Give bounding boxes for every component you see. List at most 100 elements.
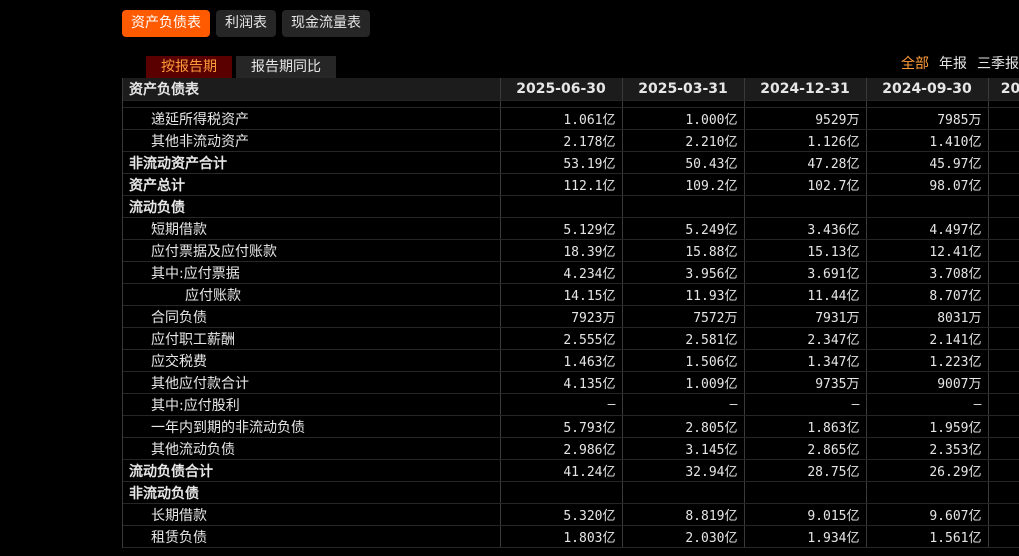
table-row[interactable]: 其中:应付票据 4.234亿 3.956亿 3.691亿 3.708亿	[123, 261, 1019, 284]
row-value: 3.145亿	[622, 437, 745, 460]
table-row[interactable]: 应付职工薪酬 2.555亿 2.581亿 2.347亿 2.141亿	[123, 327, 1019, 350]
row-value-cutoff	[988, 437, 1019, 460]
tab-balance-sheet[interactable]: 资产负债表	[122, 10, 210, 37]
tab-cash-flow[interactable]: 现金流量表	[282, 10, 370, 37]
row-value: 102.7亿	[744, 173, 867, 196]
row-value-cutoff	[988, 173, 1019, 196]
table-row[interactable]: 流动负债	[123, 195, 1019, 218]
row-label: 其中:应付票据	[123, 261, 501, 284]
row-label: 合同负债	[123, 305, 501, 328]
header-date[interactable]: 2025-03-31	[622, 78, 745, 101]
table-row[interactable]: 租赁负债 1.803亿 2.030亿 1.934亿 1.561亿	[123, 525, 1019, 548]
table-row[interactable]: 应付票据及应付账款 18.39亿 15.88亿 15.13亿 12.41亿	[123, 239, 1019, 262]
row-value	[622, 195, 745, 218]
filter-all[interactable]: 全部	[901, 53, 929, 73]
header-date[interactable]: 2024-12-31	[744, 78, 867, 101]
row-value: 1.463亿	[500, 349, 623, 372]
row-value: 3.691亿	[744, 261, 867, 284]
balance-sheet-table-container[interactable]: 资产负债表 2025-06-30 2025-03-31 2024-12-31 2…	[122, 78, 1019, 548]
row-value	[866, 481, 989, 504]
row-value: 7931万	[744, 305, 867, 328]
table-row[interactable]: 应交税费 1.463亿 1.506亿 1.347亿 1.223亿	[123, 349, 1019, 372]
row-value	[500, 195, 623, 218]
row-value: 1.934亿	[744, 525, 867, 548]
row-value: 2.805亿	[622, 415, 745, 438]
row-value: 50.43亿	[622, 151, 745, 174]
row-label: 流动负债	[123, 195, 501, 218]
row-value	[622, 481, 745, 504]
table-row[interactable]: 非流动资产合计 53.19亿 50.43亿 47.28亿 45.97亿	[123, 151, 1019, 174]
row-value-cutoff	[988, 151, 1019, 174]
row-label: 其他流动负债	[123, 437, 501, 460]
filter-q3[interactable]: 三季报	[977, 53, 1019, 73]
row-value: 9529万	[744, 107, 867, 130]
row-label: 应付账款	[123, 283, 501, 306]
statement-tabs: 资产负债表 利润表 现金流量表	[122, 10, 370, 37]
filter-annual[interactable]: 年报	[939, 53, 967, 73]
row-label: 短期借款	[123, 217, 501, 240]
row-value: 2.555亿	[500, 327, 623, 350]
row-value: 109.2亿	[622, 173, 745, 196]
header-date[interactable]: 20	[988, 78, 1019, 101]
row-value: 2.210亿	[622, 129, 745, 152]
row-value: 2.986亿	[500, 437, 623, 460]
row-value-cutoff	[988, 327, 1019, 350]
row-value: —	[866, 393, 989, 416]
row-value: 2.030亿	[622, 525, 745, 548]
table-row[interactable]: 其他应付款合计 4.135亿 1.009亿 9735万 9007万	[123, 371, 1019, 394]
row-value: 28.75亿	[744, 459, 867, 482]
row-value: 11.93亿	[622, 283, 745, 306]
row-value: 1.959亿	[866, 415, 989, 438]
row-value: 18.39亿	[500, 239, 623, 262]
row-value: 9.607亿	[866, 503, 989, 526]
row-value-cutoff	[988, 481, 1019, 504]
row-value-cutoff	[988, 415, 1019, 438]
table-row[interactable]: 资产总计 112.1亿 109.2亿 102.7亿 98.07亿	[123, 173, 1019, 196]
row-value-cutoff	[988, 393, 1019, 416]
row-value: 2.141亿	[866, 327, 989, 350]
row-value: 1.223亿	[866, 349, 989, 372]
header-date[interactable]: 2024-09-30	[866, 78, 989, 101]
table-row[interactable]: 短期借款 5.129亿 5.249亿 3.436亿 4.497亿	[123, 217, 1019, 240]
row-value: —	[500, 393, 623, 416]
row-value: 1.126亿	[744, 129, 867, 152]
table-row[interactable]: 其他非流动资产 2.178亿 2.210亿 1.126亿 1.410亿	[123, 129, 1019, 152]
table-row[interactable]: 非流动负债	[123, 481, 1019, 504]
row-value: 4.234亿	[500, 261, 623, 284]
row-value: 2.353亿	[866, 437, 989, 460]
table-row[interactable]: 递延所得税资产 1.061亿 1.000亿 9529万 7985万	[123, 107, 1019, 130]
table-row[interactable]: 一年内到期的非流动负债 5.793亿 2.805亿 1.863亿 1.959亿	[123, 415, 1019, 438]
table-row[interactable]: 应付账款 14.15亿 11.93亿 11.44亿 8.707亿	[123, 283, 1019, 306]
row-value: 98.07亿	[866, 173, 989, 196]
table-row[interactable]: 合同负债 7923万 7572万 7931万 8031万	[123, 305, 1019, 328]
row-value: —	[622, 393, 745, 416]
row-value: 7572万	[622, 305, 745, 328]
row-value-cutoff	[988, 261, 1019, 284]
balance-sheet-table: 资产负债表 2025-06-30 2025-03-31 2024-12-31 2…	[123, 78, 1019, 548]
table-row[interactable]: 长期借款 5.320亿 8.819亿 9.015亿 9.607亿	[123, 503, 1019, 526]
row-value: 1.009亿	[622, 371, 745, 394]
tab-income-statement[interactable]: 利润表	[216, 10, 276, 37]
row-value: 12.41亿	[866, 239, 989, 262]
row-value-cutoff	[988, 459, 1019, 482]
table-row-partial	[123, 100, 1019, 108]
table-row[interactable]: 其中:应付股利 — — — —	[123, 393, 1019, 416]
row-value: 1.803亿	[500, 525, 623, 548]
row-value: 1.506亿	[622, 349, 745, 372]
row-value-cutoff	[988, 195, 1019, 218]
row-value-cutoff	[988, 349, 1019, 372]
subtab-period-yoy[interactable]: 报告期同比	[236, 56, 336, 78]
table-row[interactable]: 流动负债合计 41.24亿 32.94亿 28.75亿 26.29亿	[123, 459, 1019, 482]
row-value: 26.29亿	[866, 459, 989, 482]
row-value-cutoff	[988, 525, 1019, 548]
row-value: 47.28亿	[744, 151, 867, 174]
row-value: 1.347亿	[744, 349, 867, 372]
row-value-cutoff	[988, 239, 1019, 262]
row-value	[866, 195, 989, 218]
row-value: 3.956亿	[622, 261, 745, 284]
subtab-by-period[interactable]: 按报告期	[146, 56, 232, 78]
row-value: 9007万	[866, 371, 989, 394]
header-date[interactable]: 2025-06-30	[500, 78, 623, 101]
table-row[interactable]: 其他流动负债 2.986亿 3.145亿 2.865亿 2.353亿	[123, 437, 1019, 460]
row-value-cutoff	[988, 503, 1019, 526]
